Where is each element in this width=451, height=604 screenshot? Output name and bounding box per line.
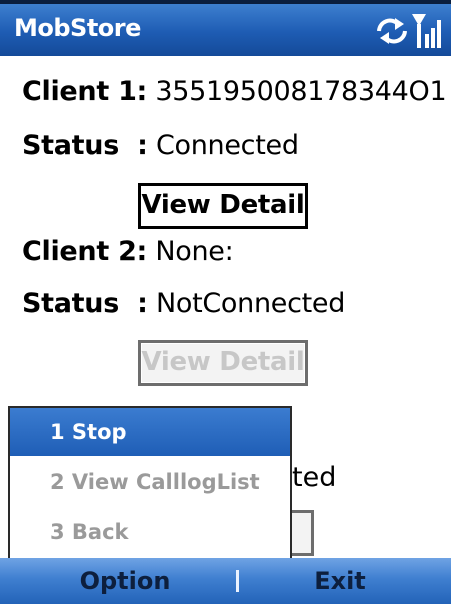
- signal-icon: [412, 14, 441, 48]
- client-2-status-label: Status :: [22, 288, 148, 319]
- client-1-view-detail-button[interactable]: View Detail: [138, 183, 308, 229]
- menu-item-back[interactable]: 3 Back: [10, 508, 290, 556]
- option-softkey[interactable]: Option: [40, 558, 210, 604]
- client-3-view-detail-button-partial[interactable]: [292, 510, 314, 556]
- client-2-status-row: Status : NotConnected: [22, 288, 345, 319]
- softkey-bar: Option Exit: [0, 558, 451, 604]
- app-title: MobStore: [14, 14, 141, 42]
- status-icons: [373, 10, 443, 50]
- client-2-row: Client 2: None:: [22, 236, 234, 267]
- client-2-status-value: NotConnected: [155, 288, 346, 319]
- client-1-status-row: Status : Connected: [22, 130, 299, 161]
- menu-item-stop[interactable]: 1 Stop: [10, 408, 290, 456]
- title-bar: MobStore: [0, 0, 451, 56]
- exit-softkey[interactable]: Exit: [270, 558, 410, 604]
- client-1-row: Client 1: 355195008178344O1: [22, 76, 447, 107]
- client-2-value: None:: [155, 236, 234, 267]
- client-1-status-value: Connected: [155, 130, 299, 161]
- menu-item-view-calllog-list[interactable]: 2 View CalllogList: [10, 458, 290, 506]
- option-menu: 1 Stop 2 View CalllogList 3 Back: [8, 406, 292, 558]
- client-2-label: Client 2:: [22, 236, 148, 267]
- softkey-divider: [236, 570, 239, 592]
- client-1-status-label: Status :: [22, 130, 148, 161]
- client-1-value: 355195008178344O1: [155, 76, 447, 107]
- client-3-status-value-partial: ted: [292, 462, 337, 493]
- client-2-view-detail-button[interactable]: View Detail: [138, 340, 308, 386]
- client-1-label: Client 1:: [22, 76, 148, 107]
- sync-icon: [377, 18, 407, 44]
